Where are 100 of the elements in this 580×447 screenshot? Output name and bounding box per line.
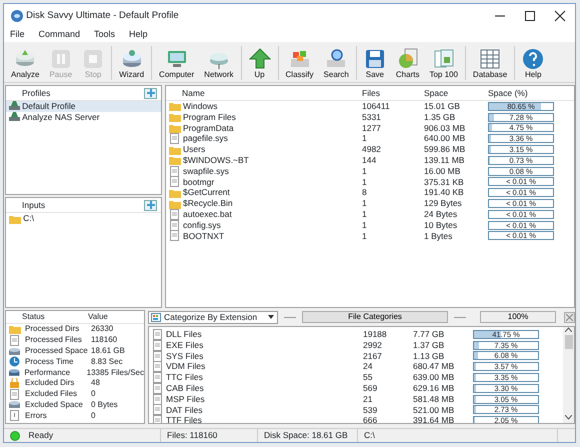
- file-name[interactable]: pagefile.sys: [181, 132, 362, 146]
- table-cell: 1: [362, 230, 367, 241]
- status-text: Ready: [28, 429, 54, 442]
- list-item[interactable]: Analyze NAS Server: [6, 112, 161, 123]
- save-icon: [364, 48, 386, 70]
- menu-item[interactable]: Command: [38, 28, 80, 42]
- status-label: Errors: [24, 410, 48, 422]
- scrollbar[interactable]: [563, 327, 574, 423]
- table-cell: 10 Bytes: [424, 220, 458, 230]
- table-cell: 599.86 MB: [424, 144, 466, 154]
- stop-icon: [82, 48, 104, 70]
- list-item[interactable]: Default Profile: [6, 101, 161, 112]
- category-name[interactable]: DAT Files: [164, 404, 363, 416]
- add-button[interactable]: [144, 200, 157, 211]
- table-cell: 55: [363, 372, 372, 382]
- status-value: 8.83 Sec: [91, 356, 123, 368]
- toolbar-button[interactable]: Wizard: [114, 48, 150, 80]
- status-value: 0: [91, 410, 96, 422]
- grid-icon: [151, 312, 161, 322]
- toolbar-button[interactable]: Up: [244, 48, 276, 80]
- category-name[interactable]: CAB Files: [164, 382, 363, 395]
- status-label: Processed Space: [24, 345, 89, 357]
- status-value: 48: [91, 377, 100, 390]
- file-icon: [152, 404, 164, 416]
- file-name[interactable]: bootmgr: [181, 176, 362, 188]
- menu-item[interactable]: Tools: [94, 28, 116, 42]
- plus-icon: [146, 89, 154, 97]
- zoom-button[interactable]: 100%: [480, 311, 556, 323]
- table-cell: 629.16 MB: [413, 383, 454, 394]
- table-cell: 581.48 MB: [413, 394, 454, 404]
- column-header: Profiles: [22, 86, 50, 100]
- column-header: Inputs: [22, 198, 46, 212]
- table-icon: [479, 48, 502, 70]
- close-button[interactable]: [564, 312, 575, 322]
- status-text: Disk Space: 18.61 GB: [264, 429, 348, 442]
- table-cell: 639.00 MB: [413, 372, 454, 382]
- table-cell: 24: [363, 361, 372, 372]
- toolbar-button[interactable]: Search: [318, 48, 354, 80]
- table-cell: 375.31 KB: [424, 176, 464, 187]
- file-categories-button[interactable]: File Categories: [302, 311, 448, 323]
- toolbar-button[interactable]: Computer: [154, 48, 200, 80]
- toolbar-button[interactable]: Network: [199, 48, 239, 80]
- plus-icon: [146, 201, 154, 210]
- file-name[interactable]: BOOTNXT: [181, 230, 362, 242]
- toolbar-button[interactable]: Classify: [280, 48, 319, 80]
- file-name[interactable]: Users: [181, 143, 362, 156]
- category-dropdown[interactable]: Categorize By Extension: [148, 310, 278, 324]
- table-cell: 1.13 GB: [413, 350, 444, 361]
- list-item[interactable]: C:\: [6, 213, 161, 224]
- toolbar-button[interactable]: Database: [468, 48, 512, 80]
- documents-icon: [432, 48, 455, 70]
- category-name[interactable]: VDM Files: [164, 360, 363, 374]
- up-arrow-icon: [248, 48, 271, 70]
- table-cell: 1: [362, 209, 367, 219]
- scrollbar-thumb[interactable]: [564, 335, 572, 349]
- table-cell: 1 Bytes: [424, 230, 452, 241]
- toolbar-button[interactable]: Top 100: [424, 48, 463, 80]
- file-name[interactable]: config.sys: [181, 218, 362, 232]
- category-name[interactable]: SYS Files: [164, 350, 363, 362]
- add-button[interactable]: [144, 88, 157, 98]
- table-cell: 8: [362, 187, 367, 198]
- boxes-icon: [288, 48, 311, 70]
- file-name[interactable]: $WINDOWS.~BT: [181, 154, 362, 167]
- category-name[interactable]: TTC Files: [164, 371, 363, 384]
- table-cell: 5331: [362, 112, 381, 122]
- disk-icon: [120, 48, 143, 70]
- table-cell: 191.40 KB: [424, 187, 464, 198]
- column-header: Space: [424, 86, 450, 100]
- column-header: Status: [21, 311, 46, 323]
- status-label: Processed Dirs: [24, 323, 80, 336]
- category-name[interactable]: MSP Files: [164, 392, 363, 406]
- toolbar-button[interactable]: Help: [517, 48, 550, 80]
- file-name[interactable]: $GetCurrent: [181, 186, 362, 200]
- file-name[interactable]: autoexec.bat: [181, 208, 362, 221]
- category-name[interactable]: EXE Files: [164, 338, 363, 352]
- table-cell: 1: [362, 220, 367, 230]
- lock-icon: [9, 378, 21, 389]
- status-label: Excluded Dirs: [24, 377, 76, 390]
- drive-icon: [9, 101, 20, 112]
- table-cell: 106411: [362, 101, 390, 112]
- file-name[interactable]: $Recycle.Bin: [181, 197, 362, 210]
- menu-item[interactable]: File: [10, 28, 25, 42]
- file-name[interactable]: Program Files: [181, 110, 362, 124]
- pie-chart-icon: [396, 48, 419, 70]
- table-cell: 1: [362, 166, 367, 176]
- table-cell: 139.11 MB: [424, 155, 464, 166]
- file-name[interactable]: Windows: [181, 100, 362, 113]
- folder-icon: [9, 324, 21, 335]
- menu-item[interactable]: Help: [129, 28, 148, 42]
- toolbar-button[interactable]: Charts: [390, 48, 424, 80]
- category-name[interactable]: DLL Files: [164, 328, 363, 341]
- status-value: 118160: [91, 334, 118, 346]
- column-header: Name: [181, 86, 206, 100]
- toolbar-button[interactable]: Save: [358, 48, 391, 80]
- status-label: Excluded Files: [24, 388, 78, 400]
- file-icon: [9, 334, 21, 346]
- file-name[interactable]: swapfile.sys: [181, 164, 362, 178]
- pause-icon: [50, 48, 72, 70]
- file-name[interactable]: ProgramData: [181, 122, 362, 134]
- toolbar-button[interactable]: Analyze: [6, 48, 44, 80]
